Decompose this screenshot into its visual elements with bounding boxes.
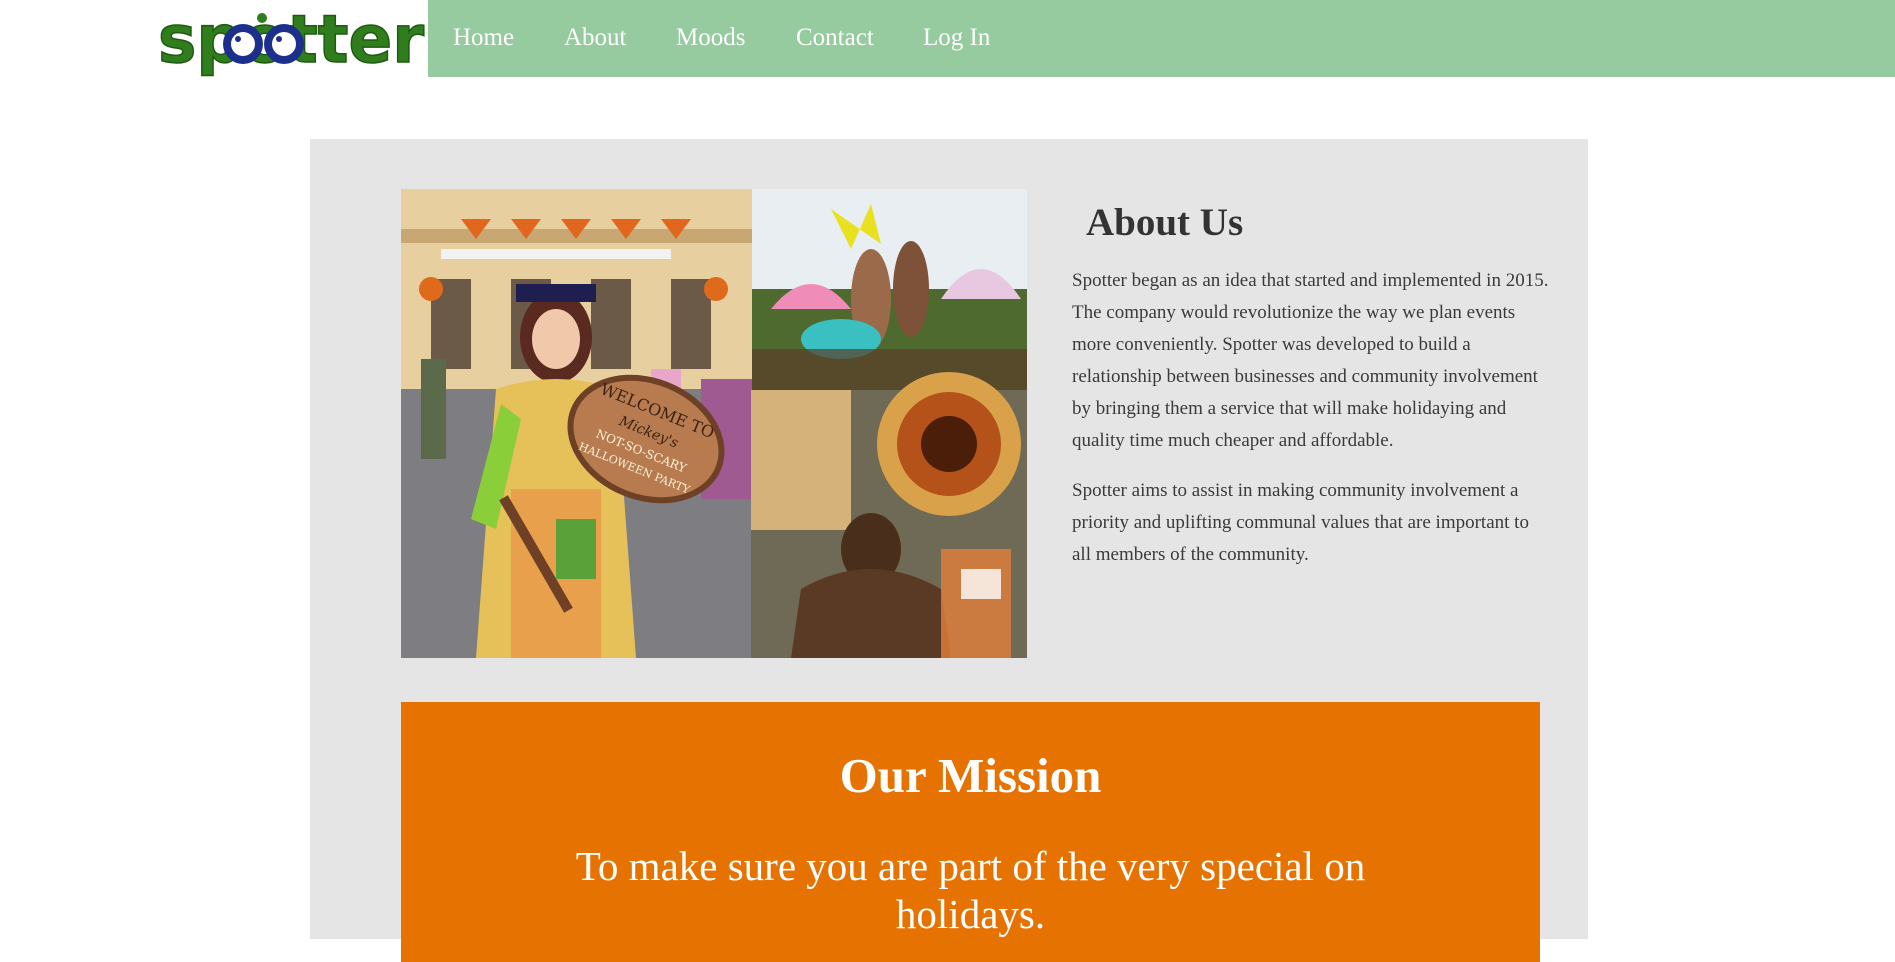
mission-banner: Our Mission To make sure you are part of… <box>401 702 1540 962</box>
about-section: About Us Spotter began as an idea that s… <box>1072 199 1552 589</box>
photo-collage: WELCOME TO Mickey's NOT-SO-SCARY HALLOWE… <box>401 189 1027 658</box>
carnival-dancers-photo <box>752 189 1027 390</box>
nav-login-link[interactable]: Log In <box>923 20 990 56</box>
halloween-party-photo: WELCOME TO Mickey's NOT-SO-SCARY HALLOWE… <box>401 189 752 658</box>
mission-title: Our Mission <box>839 748 1102 803</box>
main-nav: Home About Moods Contact Log In <box>428 0 1895 77</box>
about-paragraph-1: Spotter began as an idea that started an… <box>1072 270 1549 451</box>
about-paragraph-2: Spotter aims to assist in making communi… <box>1072 480 1529 565</box>
about-title: About Us <box>1086 201 1244 244</box>
mission-text: To make sure you are part of the very sp… <box>575 843 1366 937</box>
tuba-player-photo <box>751 372 1027 658</box>
nav-contact-link[interactable]: Contact <box>796 20 874 56</box>
spotter-logo[interactable]: spotter <box>156 0 428 77</box>
nav-moods-link[interactable]: Moods <box>676 20 745 56</box>
nav-about-link[interactable]: About <box>564 20 627 56</box>
about-panel: WELCOME TO Mickey's NOT-SO-SCARY HALLOWE… <box>310 139 1588 962</box>
nav-home-link[interactable]: Home <box>453 20 514 56</box>
